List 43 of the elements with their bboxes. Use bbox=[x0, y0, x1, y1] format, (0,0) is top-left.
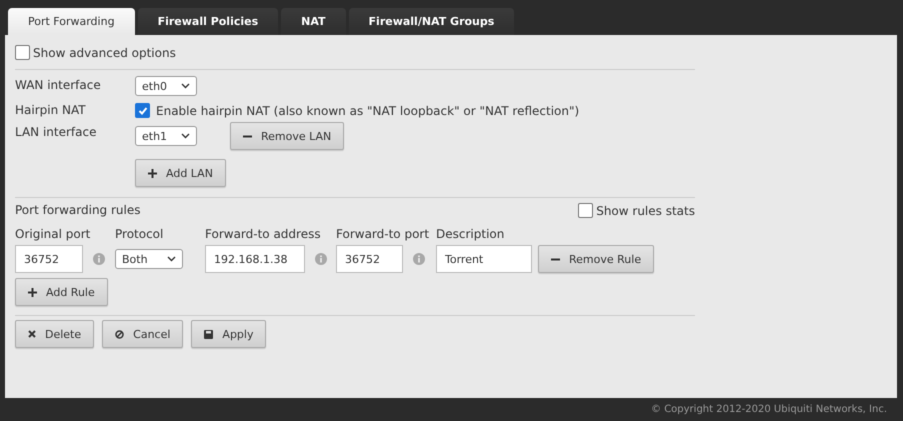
checkbox[interactable] bbox=[135, 103, 150, 118]
checkbox-label: Enable hairpin NAT (also known as "NAT loopback" or "NAT reflection") bbox=[156, 104, 580, 118]
column-label: Original port bbox=[15, 227, 92, 241]
checkbox[interactable] bbox=[15, 45, 30, 60]
cancel-icon bbox=[115, 330, 124, 338]
add-lan-button[interactable]: Add LAN bbox=[135, 159, 226, 187]
port-field[interactable]: 36752 bbox=[15, 245, 83, 273]
address-field[interactable]: 192.168.1.38 bbox=[205, 245, 305, 273]
remove-rule-button[interactable]: Remove Rule bbox=[538, 245, 654, 273]
remove-lan-button[interactable]: Remove LAN bbox=[230, 122, 344, 150]
checkbox-label: Show rules stats bbox=[596, 204, 695, 218]
tab[interactable]: Port Forwarding bbox=[8, 8, 135, 35]
interface-select[interactable]: eth0 bbox=[135, 76, 197, 96]
interface-select[interactable]: eth1 bbox=[135, 126, 197, 146]
cancel-button[interactable]: Cancel bbox=[102, 320, 184, 348]
field-label: LAN interface bbox=[15, 125, 98, 139]
checkbox-label: Show advanced options bbox=[33, 46, 176, 60]
copyright-text: © Copyright 2012-2020 Ubiquiti Networks, Inc. bbox=[651, 404, 887, 415]
protocol-select[interactable]: Both bbox=[115, 249, 183, 269]
tab[interactable]: Firewall Policies bbox=[138, 8, 278, 35]
column-label: Forward-to port bbox=[336, 227, 430, 241]
checkbox[interactable] bbox=[578, 203, 594, 218]
chevron-down-icon bbox=[167, 256, 176, 262]
tab[interactable]: Firewall/NAT Groups bbox=[348, 8, 514, 35]
add-rule-button[interactable]: Add Rule bbox=[15, 278, 108, 306]
column-label: Protocol bbox=[115, 227, 164, 241]
column-label: Forward-to address bbox=[205, 227, 322, 241]
chevron-down-icon bbox=[181, 83, 190, 89]
section-title: Port forwarding rules bbox=[15, 203, 140, 218]
close-icon bbox=[28, 330, 36, 338]
tab[interactable]: NAT bbox=[281, 8, 346, 35]
plus-icon bbox=[148, 168, 157, 178]
apply-button[interactable]: Apply bbox=[191, 320, 266, 348]
description-field[interactable]: Torrent bbox=[436, 245, 532, 273]
save-icon bbox=[204, 330, 214, 338]
field-label: Hairpin NAT bbox=[15, 103, 87, 117]
field-label: WAN interface bbox=[15, 78, 102, 92]
plus-icon bbox=[28, 288, 37, 296]
chevron-down-icon bbox=[181, 133, 190, 139]
port-field[interactable]: 36752 bbox=[336, 245, 403, 273]
checkmark-icon bbox=[138, 106, 148, 116]
column-label: Description bbox=[436, 227, 506, 241]
delete-button[interactable]: Delete bbox=[15, 320, 94, 348]
